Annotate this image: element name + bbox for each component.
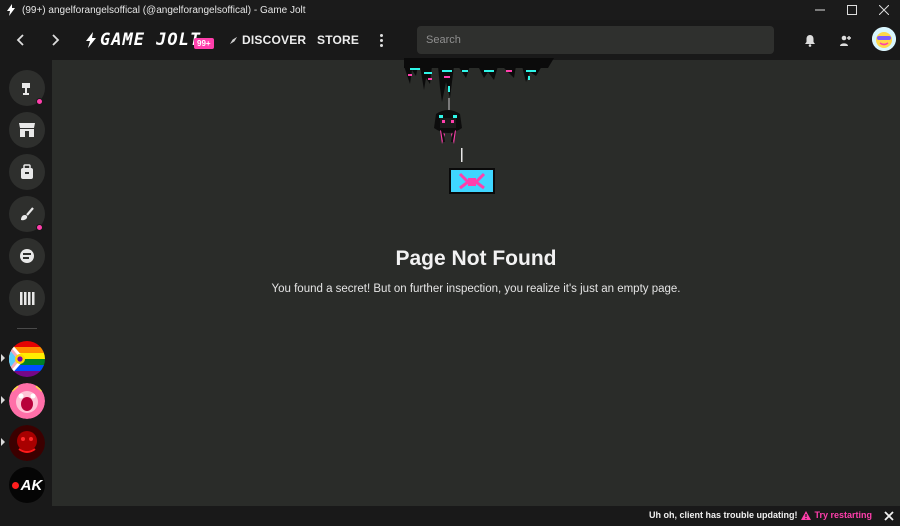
try-restarting-link[interactable]: Try restarting bbox=[801, 510, 872, 520]
status-bar: Uh oh, client has trouble updating! Try … bbox=[0, 506, 900, 526]
live-dot-icon bbox=[11, 481, 19, 489]
minimize-icon[interactable] bbox=[804, 0, 836, 20]
sidebar-community-ak[interactable]: AK bbox=[9, 467, 45, 503]
window-controls bbox=[804, 0, 900, 20]
community-initials: AK bbox=[20, 476, 43, 494]
close-window-icon[interactable] bbox=[868, 0, 900, 20]
window-title: (99+) angelforangelsoffical (@angelforan… bbox=[22, 4, 306, 16]
back-arrow-icon[interactable] bbox=[10, 30, 30, 50]
sidebar-community-pride[interactable] bbox=[9, 341, 45, 377]
discover-compass-icon bbox=[229, 36, 238, 44]
sidebar-divider bbox=[17, 328, 37, 329]
lightning-icon bbox=[86, 32, 96, 48]
game-jolt-app-icon bbox=[4, 3, 18, 17]
logo-text: GAME JOLT bbox=[100, 30, 202, 50]
maximize-icon[interactable] bbox=[836, 0, 868, 20]
library-icon bbox=[20, 292, 35, 305]
store-link[interactable]: STORE bbox=[317, 33, 359, 47]
sidebar-store-button[interactable] bbox=[9, 112, 45, 148]
sidebar-chat-button[interactable] bbox=[9, 238, 45, 274]
home-icon bbox=[22, 83, 30, 95]
backpack-icon bbox=[21, 164, 33, 179]
discover-label: DISCOVER bbox=[242, 33, 307, 47]
sidebar-library-button[interactable] bbox=[9, 280, 45, 316]
sidebar-community-pink-character[interactable] bbox=[9, 383, 45, 419]
page-title: Page Not Found bbox=[395, 247, 557, 270]
community-active-caret bbox=[1, 354, 5, 362]
community-active-caret bbox=[1, 438, 5, 446]
page-message: You found a secret! But on further inspe… bbox=[271, 283, 681, 295]
bell-icon[interactable] bbox=[800, 30, 820, 50]
discover-link[interactable]: DISCOVER bbox=[229, 33, 306, 47]
hanging-bat-illustration bbox=[404, 58, 554, 194]
store-icon bbox=[19, 123, 35, 137]
forward-arrow-icon[interactable] bbox=[46, 30, 66, 50]
sidebar: AK bbox=[0, 60, 52, 506]
more-options-icon[interactable] bbox=[376, 31, 386, 49]
home-notification-dot bbox=[36, 98, 43, 105]
main-content: Page Not Found You found a secret! But o… bbox=[52, 58, 900, 506]
sidebar-community-red[interactable] bbox=[9, 425, 45, 461]
creator-notification-dot bbox=[36, 224, 43, 231]
game-jolt-logo[interactable]: GAME JOLT bbox=[85, 30, 202, 50]
user-avatar[interactable] bbox=[872, 27, 896, 51]
notification-count-badge: 99+ bbox=[194, 38, 214, 49]
chat-icon bbox=[20, 249, 34, 263]
update-error-message: Uh oh, client has trouble updating! bbox=[648, 510, 798, 520]
close-icon[interactable] bbox=[884, 511, 894, 521]
brush-icon bbox=[21, 207, 34, 221]
window-title-bar: (99+) angelforangelsoffical (@angelforan… bbox=[0, 0, 900, 20]
community-active-caret bbox=[1, 396, 5, 404]
search-input[interactable] bbox=[417, 26, 774, 54]
top-navigation: GAME JOLT 99+ DISCOVER STORE bbox=[0, 20, 900, 60]
update-status: Uh oh, client has trouble updating! Try … bbox=[649, 510, 872, 520]
sidebar-backpack-button[interactable] bbox=[9, 154, 45, 190]
friends-icon[interactable] bbox=[836, 30, 856, 50]
warning-icon bbox=[801, 510, 812, 520]
try-restarting-label: Try restarting bbox=[814, 510, 872, 520]
